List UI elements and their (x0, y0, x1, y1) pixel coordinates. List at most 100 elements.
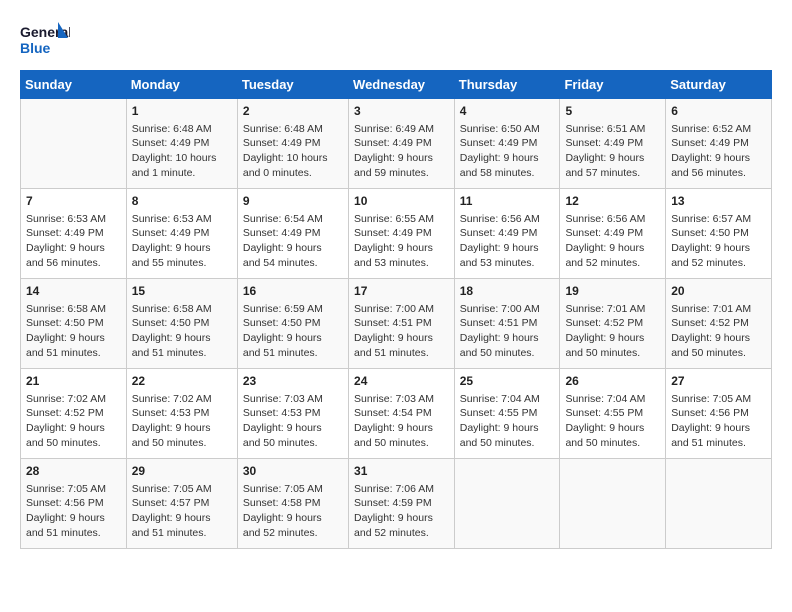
header-day-wednesday: Wednesday (349, 71, 455, 99)
day-info: Sunrise: 6:56 AM (565, 212, 660, 227)
day-info: and 50 minutes. (243, 436, 343, 451)
day-info: Sunset: 4:52 PM (26, 406, 121, 421)
day-info: Sunset: 4:50 PM (243, 316, 343, 331)
day-info: Daylight: 9 hours (243, 241, 343, 256)
day-info: and 52 minutes. (565, 256, 660, 271)
day-info: Sunset: 4:53 PM (132, 406, 232, 421)
day-info: and 50 minutes. (26, 436, 121, 451)
day-info: and 50 minutes. (565, 346, 660, 361)
day-info: Daylight: 9 hours (243, 511, 343, 526)
header-row: SundayMondayTuesdayWednesdayThursdayFrid… (21, 71, 772, 99)
calendar-cell: 2Sunrise: 6:48 AMSunset: 4:49 PMDaylight… (237, 99, 348, 189)
calendar-cell: 16Sunrise: 6:59 AMSunset: 4:50 PMDayligh… (237, 279, 348, 369)
day-info: Sunrise: 6:57 AM (671, 212, 766, 227)
day-info: Sunrise: 6:58 AM (132, 302, 232, 317)
calendar-cell: 4Sunrise: 6:50 AMSunset: 4:49 PMDaylight… (454, 99, 560, 189)
day-info: and 51 minutes. (26, 526, 121, 541)
calendar-cell: 30Sunrise: 7:05 AMSunset: 4:58 PMDayligh… (237, 459, 348, 549)
day-info: Daylight: 9 hours (243, 421, 343, 436)
calendar-cell: 27Sunrise: 7:05 AMSunset: 4:56 PMDayligh… (666, 369, 772, 459)
calendar-cell: 23 Sunrise: 7:03 AMSunset: 4:53 PMDayligh… (237, 369, 348, 459)
day-info: Sunrise: 7:05 AM (243, 482, 343, 497)
day-number: 26 (565, 373, 660, 390)
day-info: Daylight: 9 hours (354, 421, 449, 436)
day-number: 19 (565, 283, 660, 300)
day-info: Sunrise: 7:02 AM (132, 392, 232, 407)
day-info: Sunset: 4:49 PM (565, 226, 660, 241)
day-info: and 57 minutes. (565, 166, 660, 181)
day-info: Sunset: 4:57 PM (132, 496, 232, 511)
day-info: Sunrise: 7:03 AM (354, 392, 449, 407)
day-info: and 50 minutes. (565, 436, 660, 451)
day-info: Sunset: 4:55 PM (460, 406, 555, 421)
day-info: Sunset: 4:59 PM (354, 496, 449, 511)
day-info: and 54 minutes. (243, 256, 343, 271)
day-info: Sunset: 4:54 PM (354, 406, 449, 421)
day-number: 6 (671, 103, 766, 120)
day-info: Daylight: 9 hours (671, 421, 766, 436)
calendar-cell: 22 Sunrise: 7:02 AMSunset: 4:53 PMDayligh… (126, 369, 237, 459)
day-number: 22 (132, 373, 232, 390)
day-info: Sunset: 4:49 PM (460, 226, 555, 241)
day-number: 29 (132, 463, 232, 480)
day-info: and 55 minutes. (132, 256, 232, 271)
day-number: 5 (565, 103, 660, 120)
logo-icon: GeneralBlue (20, 20, 70, 60)
day-info: Sunrise: 6:50 AM (460, 122, 555, 137)
day-info: Daylight: 9 hours (354, 241, 449, 256)
day-info: Sunset: 4:53 PM (243, 406, 343, 421)
day-info: Sunrise: 6:56 AM (460, 212, 555, 227)
day-info: Sunrise: 7:02 AM (26, 392, 121, 407)
day-info: Sunset: 4:50 PM (132, 316, 232, 331)
day-info: Sunset: 4:50 PM (26, 316, 121, 331)
day-number: 17 (354, 283, 449, 300)
day-info: Daylight: 9 hours (132, 421, 232, 436)
day-info: Daylight: 10 hours (132, 151, 232, 166)
day-info: Sunset: 4:49 PM (243, 226, 343, 241)
week-row-2: 7Sunrise: 6:53 AMSunset: 4:49 PMDaylight… (21, 189, 772, 279)
day-number: 23 (243, 373, 343, 390)
day-info: Sunset: 4:49 PM (243, 136, 343, 151)
day-number: 13 (671, 193, 766, 210)
day-info: Sunset: 4:50 PM (671, 226, 766, 241)
day-info: Daylight: 9 hours (132, 331, 232, 346)
day-info: and 0 minutes. (243, 166, 343, 181)
calendar-cell (454, 459, 560, 549)
day-number: 21 (26, 373, 121, 390)
day-info: and 51 minutes. (354, 346, 449, 361)
calendar-cell: 21Sunrise: 7:02 AMSunset: 4:52 PMDayligh… (21, 369, 127, 459)
day-info: Sunset: 4:56 PM (671, 406, 766, 421)
day-info: Sunrise: 6:48 AM (243, 122, 343, 137)
day-info: and 59 minutes. (354, 166, 449, 181)
day-info: Sunset: 4:56 PM (26, 496, 121, 511)
calendar-cell: 8Sunrise: 6:53 AMSunset: 4:49 PMDaylight… (126, 189, 237, 279)
day-info: Sunrise: 7:00 AM (460, 302, 555, 317)
day-info: Daylight: 9 hours (671, 151, 766, 166)
day-info: Sunrise: 6:51 AM (565, 122, 660, 137)
header: GeneralBlue (20, 20, 772, 60)
header-day-saturday: Saturday (666, 71, 772, 99)
day-number: 20 (671, 283, 766, 300)
calendar-cell (666, 459, 772, 549)
day-info: Sunset: 4:51 PM (460, 316, 555, 331)
calendar-cell: 25Sunrise: 7:04 AMSunset: 4:55 PMDayligh… (454, 369, 560, 459)
day-info: Sunrise: 6:58 AM (26, 302, 121, 317)
calendar-cell: 3Sunrise: 6:49 AMSunset: 4:49 PMDaylight… (349, 99, 455, 189)
calendar-cell (21, 99, 127, 189)
day-info: Daylight: 9 hours (132, 241, 232, 256)
day-info: Daylight: 9 hours (671, 241, 766, 256)
day-info: Sunrise: 7:01 AM (671, 302, 766, 317)
day-info: Sunrise: 7:05 AM (26, 482, 121, 497)
day-info: Sunset: 4:49 PM (671, 136, 766, 151)
day-info: and 53 minutes. (354, 256, 449, 271)
day-info: Sunrise: 6:55 AM (354, 212, 449, 227)
calendar-cell: 13 Sunrise: 6:57 AMSunset: 4:50 PMDayligh… (666, 189, 772, 279)
svg-text:Blue: Blue (20, 40, 51, 56)
day-info: Daylight: 9 hours (243, 331, 343, 346)
day-number: 10 (354, 193, 449, 210)
day-info: and 51 minutes. (671, 436, 766, 451)
calendar-cell: 20Sunrise: 7:01 AMSunset: 4:52 PMDayligh… (666, 279, 772, 369)
calendar-cell: 26Sunrise: 7:04 AMSunset: 4:55 PMDayligh… (560, 369, 666, 459)
day-info: Sunrise: 7:03 AM (243, 392, 343, 407)
day-info: Sunrise: 7:05 AM (671, 392, 766, 407)
